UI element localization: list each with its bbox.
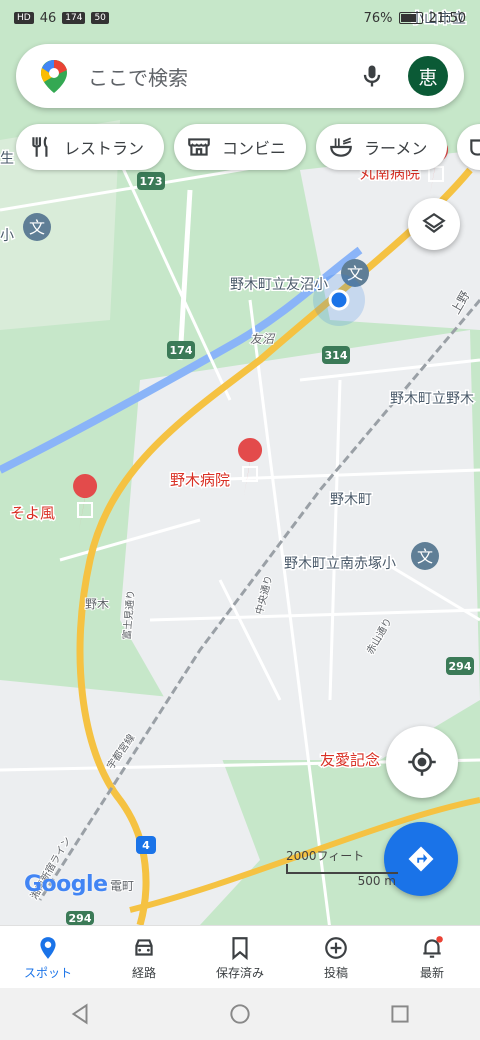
location-pin-icon	[40, 936, 56, 959]
map-label: そよ風	[10, 504, 55, 522]
battery-percent: 76%	[363, 10, 393, 26]
nav-explore[interactable]: スポット	[0, 926, 96, 989]
map-label: 友沼	[250, 332, 276, 346]
route-shield: 314	[322, 346, 350, 364]
map-label: 友愛記念	[320, 751, 380, 769]
search-input[interactable]: ここで検索	[88, 62, 358, 91]
svg-text:174: 174	[170, 344, 193, 357]
nav-label: 最新	[419, 965, 444, 980]
battery-icon	[398, 12, 423, 24]
avatar[interactable]: 恵	[408, 56, 448, 96]
category-chips: レストラン コンビニ ラーメン	[16, 124, 480, 170]
school-marker[interactable]: 文	[411, 542, 439, 570]
google-logo: Google	[24, 872, 108, 897]
status-bar: HD 46 174 50 76% 21:50	[0, 0, 480, 36]
my-location-button[interactable]	[386, 726, 458, 798]
recents-icon[interactable]	[387, 1001, 413, 1027]
svg-text:314: 314	[325, 349, 348, 362]
nav-label: 経路	[131, 965, 156, 980]
layers-icon	[422, 212, 446, 233]
chip-label: コンビニ	[222, 139, 287, 158]
nav-commute[interactable]: 経路	[96, 926, 192, 989]
car-icon	[135, 938, 153, 956]
map-label: 野木町	[330, 492, 372, 508]
school-marker[interactable]: 文	[23, 213, 51, 241]
route-shield: 4	[136, 836, 156, 854]
map-label: 野木	[85, 597, 109, 611]
svg-text:文: 文	[29, 218, 45, 237]
ramen-icon	[330, 137, 352, 157]
chip-cafe[interactable]	[457, 124, 480, 170]
bell-icon	[423, 935, 443, 958]
scale-meters: 500 m	[357, 874, 396, 888]
bottom-navigation: スポット 経路 保存済み 投稿 最新	[0, 925, 480, 989]
clock: 21:50	[428, 10, 466, 26]
add-circle-icon	[325, 936, 347, 959]
map-label: 野木病院	[170, 471, 230, 489]
bookmark-icon	[232, 936, 248, 960]
map-label: 生	[0, 151, 14, 167]
hd-badge: HD	[14, 12, 34, 24]
chip-label: レストラン	[64, 139, 145, 158]
nav-updates[interactable]: 最新	[384, 926, 480, 989]
chip-convenience-store[interactable]: コンビニ	[174, 124, 307, 170]
back-icon[interactable]	[67, 1001, 93, 1027]
scale-bar	[286, 864, 398, 874]
notification-badge: 174	[62, 12, 86, 24]
nav-label: スポット	[23, 965, 72, 980]
fork-knife-icon	[32, 136, 48, 157]
map-label: 小	[0, 228, 14, 244]
svg-text:4: 4	[142, 839, 150, 852]
system-navigation-bar	[0, 988, 480, 1040]
map-label: 電町	[110, 879, 134, 893]
scale-feet: 2000フィート	[286, 849, 365, 863]
nav-label: 投稿	[323, 965, 348, 980]
mic-icon[interactable]	[358, 62, 386, 90]
directions-icon	[408, 846, 434, 872]
route-shield: 294	[446, 657, 474, 675]
nav-contribute[interactable]: 投稿	[288, 926, 384, 989]
route-shield: 294	[66, 911, 94, 925]
map-label: 野木町立南赤塚小	[284, 556, 396, 572]
chip-label: ラーメン	[364, 139, 428, 158]
signal-indicator: 46	[39, 10, 57, 26]
chip-ramen[interactable]: ラーメン	[316, 124, 448, 170]
svg-text:文: 文	[417, 547, 433, 566]
store-icon	[188, 138, 210, 156]
svg-text:294: 294	[69, 912, 92, 925]
maps-logo-icon	[41, 60, 67, 93]
svg-text:173: 173	[140, 175, 163, 188]
nav-label: 保存済み	[215, 965, 264, 980]
map-scale: 2000フィート 500 m	[286, 847, 398, 888]
search-bar[interactable]: ここで検索 恵	[16, 44, 464, 108]
svg-text:294: 294	[449, 660, 472, 673]
home-icon[interactable]	[227, 1001, 253, 1027]
route-shield: 173	[137, 172, 165, 190]
coffee-cup-icon	[470, 139, 480, 156]
notification-badge: 50	[91, 12, 109, 24]
route-shield: 174	[167, 341, 195, 359]
map-label: 野木町立野木	[390, 391, 474, 407]
layers-button[interactable]	[408, 198, 460, 250]
crosshair-icon	[408, 748, 436, 776]
current-location-dot	[328, 289, 350, 311]
chip-restaurant[interactable]: レストラン	[16, 124, 165, 170]
map-label: 野木町立友沼小	[230, 277, 328, 293]
nav-saved[interactable]: 保存済み	[192, 926, 288, 989]
